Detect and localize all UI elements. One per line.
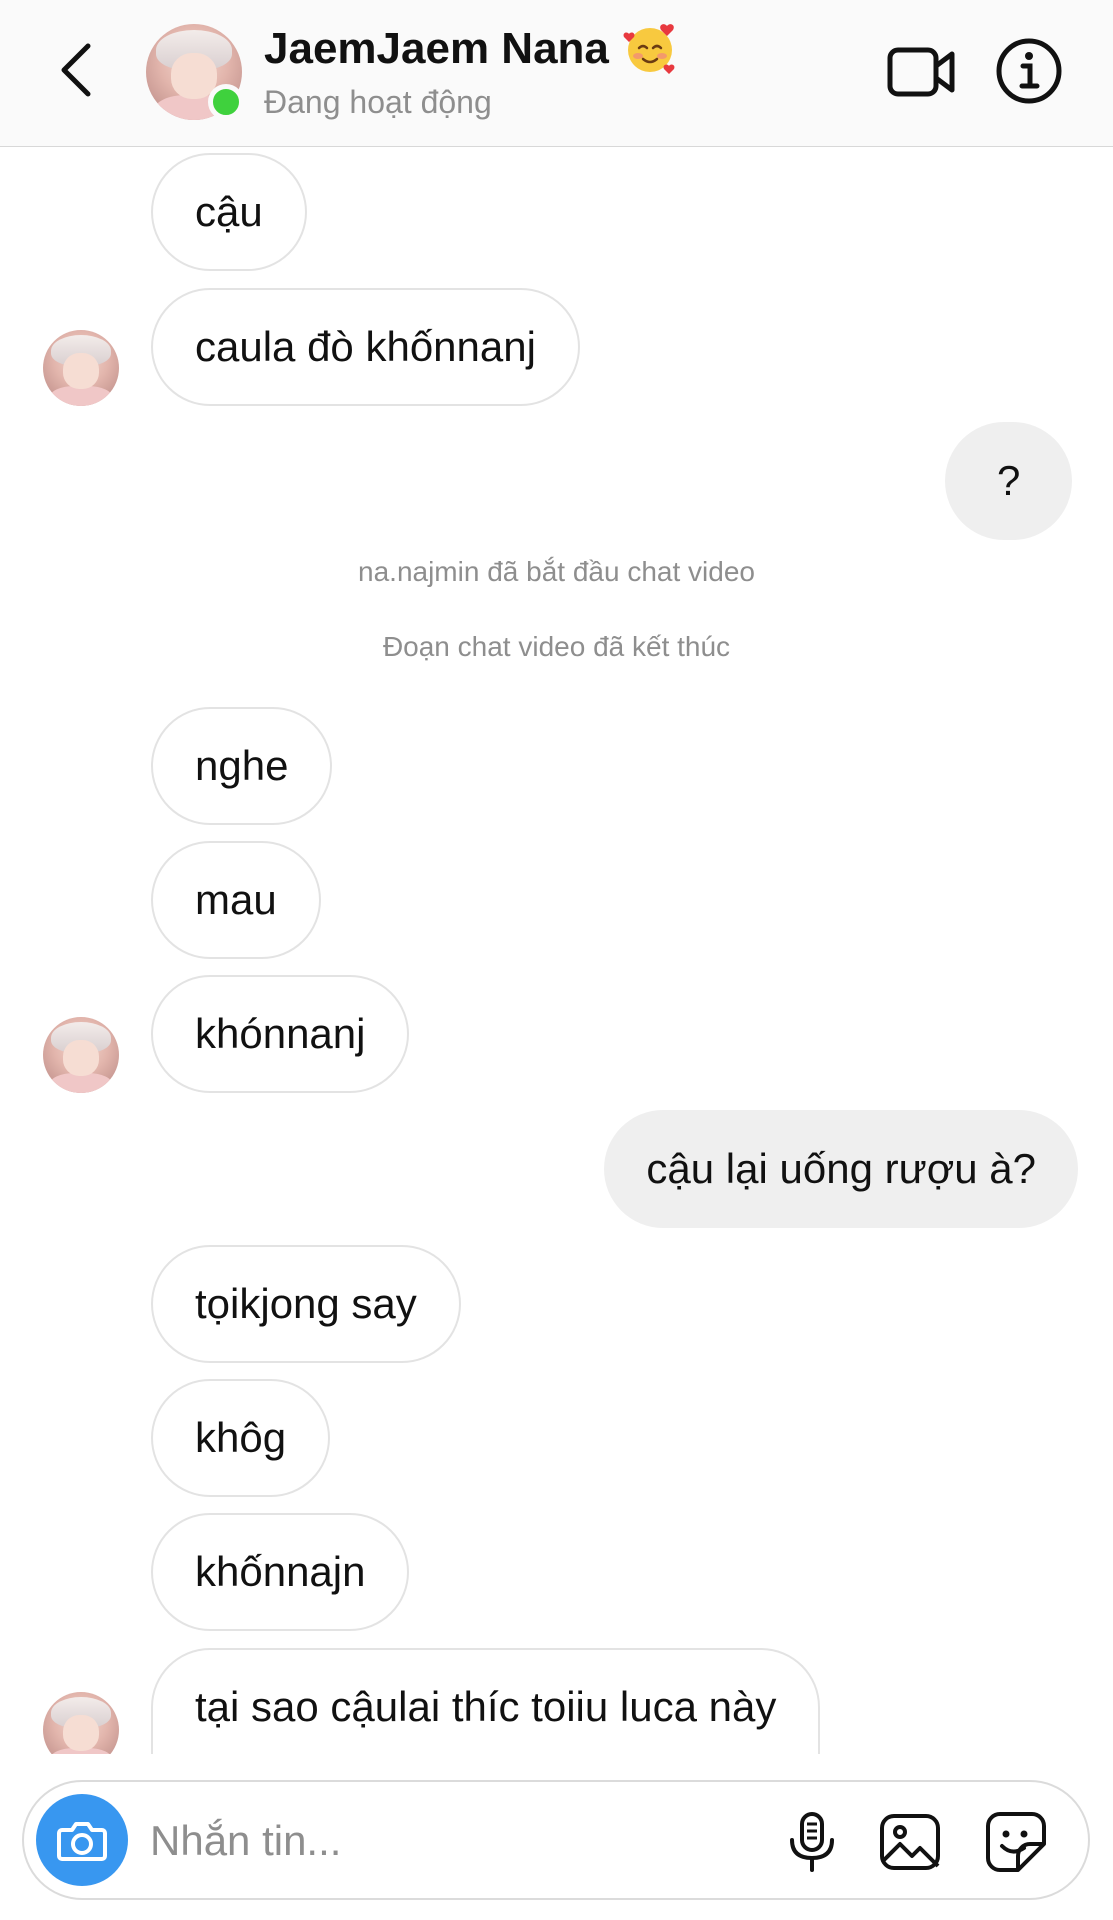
gallery-button[interactable] — [878, 1810, 942, 1874]
info-icon — [996, 38, 1062, 104]
message-bubble-incoming[interactable]: caula đò khốnnanj — [151, 288, 580, 406]
message-bubble-incoming[interactable]: tại sao cậulai thíc toiiu luca này — [151, 1648, 821, 1754]
chevron-left-icon — [61, 43, 91, 97]
sender-avatar[interactable] — [43, 1692, 119, 1754]
contact-status: Đang hoạt động — [264, 84, 492, 120]
message-text: khốnnajn — [195, 1548, 366, 1595]
message-text: tọikjong say — [195, 1280, 417, 1327]
video-call-button[interactable] — [886, 42, 958, 104]
image-icon — [880, 1814, 940, 1870]
info-button[interactable] — [994, 36, 1064, 106]
avatar — [43, 330, 119, 406]
system-note-video-ended: Đoạn chat video đã kết thúc — [382, 631, 731, 662]
camera-button[interactable] — [36, 1794, 128, 1886]
avatar — [43, 1017, 119, 1093]
contact-name-row[interactable]: JaemJaem Nana — [264, 22, 677, 76]
sender-avatar[interactable] — [43, 330, 119, 406]
contact-name: JaemJaem Nana — [264, 24, 609, 73]
message-bubble-incoming[interactable]: khốnnajn — [151, 1513, 410, 1631]
message-text: cậu — [195, 188, 263, 235]
avatar — [43, 1692, 119, 1754]
contact-avatar[interactable] — [146, 24, 244, 120]
chat-header: JaemJaem Nana Đang hoạt động — [0, 0, 1113, 147]
message-text: nghe — [195, 742, 289, 789]
system-note-video-started: na.najmin đã bắt đầu chat video — [358, 556, 755, 587]
message-input[interactable] — [150, 1802, 750, 1880]
voice-message-button[interactable] — [780, 1810, 844, 1874]
message-text: ? — [997, 457, 1021, 504]
message-text: cậu lại uống rượu à? — [646, 1145, 1036, 1192]
microphone-icon — [790, 1812, 834, 1872]
message-bubble-incoming[interactable]: mau — [151, 841, 321, 959]
message-bubble-incoming[interactable]: khôg — [151, 1379, 331, 1497]
message-bubble-incoming[interactable]: khónnanj — [151, 975, 410, 1093]
back-button[interactable] — [48, 38, 104, 102]
message-bubble-incoming[interactable]: cậu — [151, 153, 307, 271]
smiling-face-with-hearts-icon — [623, 22, 677, 76]
sticker-icon — [986, 1812, 1046, 1872]
message-text: khôg — [195, 1414, 287, 1461]
online-indicator — [208, 84, 244, 120]
video-camera-icon — [887, 47, 955, 97]
message-text: tại sao cậulai thíc toiiu luca này — [195, 1683, 777, 1730]
message-bubble-incoming[interactable]: nghe — [151, 707, 333, 825]
sender-avatar[interactable] — [43, 1017, 119, 1093]
message-text: caula đò khốnnanj — [195, 323, 536, 370]
message-text: mau — [195, 876, 277, 923]
message-bubble-outgoing[interactable]: cậu lại uống rượu à? — [604, 1110, 1078, 1228]
sticker-button[interactable] — [984, 1810, 1048, 1874]
message-text: khónnanj — [195, 1010, 366, 1057]
message-bubble-incoming[interactable]: tọikjong say — [151, 1245, 461, 1363]
message-bubble-outgoing[interactable]: ? — [945, 422, 1073, 540]
message-composer — [22, 1780, 1090, 1900]
camera-icon — [57, 1822, 107, 1861]
